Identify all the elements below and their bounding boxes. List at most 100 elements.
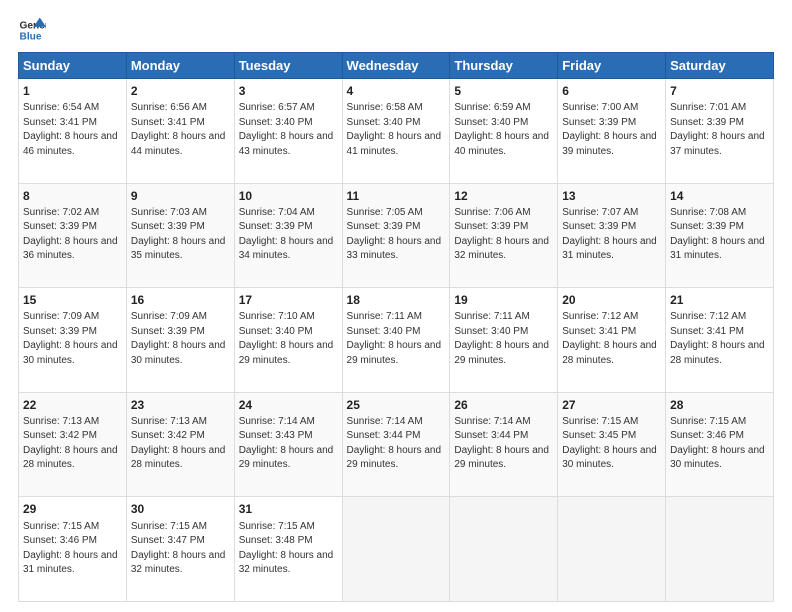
weekday-header-monday: Monday [126, 53, 234, 79]
calendar-cell: 15 Sunrise: 7:09 AMSunset: 3:39 PMDaylig… [19, 288, 127, 393]
day-number: 28 [670, 397, 769, 413]
day-number: 20 [562, 292, 661, 308]
day-detail: Sunrise: 7:06 AMSunset: 3:39 PMDaylight:… [454, 207, 549, 262]
calendar-cell: 11 Sunrise: 7:05 AMSunset: 3:39 PMDaylig… [342, 183, 450, 288]
day-detail: Sunrise: 7:15 AMSunset: 3:48 PMDaylight:… [239, 521, 334, 576]
weekday-header-sunday: Sunday [19, 53, 127, 79]
day-number: 13 [562, 188, 661, 204]
day-detail: Sunrise: 7:03 AMSunset: 3:39 PMDaylight:… [131, 207, 226, 262]
calendar-week-1: 1 Sunrise: 6:54 AMSunset: 3:41 PMDayligh… [19, 79, 774, 184]
day-number: 7 [670, 83, 769, 99]
calendar-cell: 29 Sunrise: 7:15 AMSunset: 3:46 PMDaylig… [19, 497, 127, 602]
day-number: 29 [23, 501, 122, 517]
calendar-cell: 17 Sunrise: 7:10 AMSunset: 3:40 PMDaylig… [234, 288, 342, 393]
calendar-cell [342, 497, 450, 602]
calendar-cell: 9 Sunrise: 7:03 AMSunset: 3:39 PMDayligh… [126, 183, 234, 288]
calendar-week-4: 22 Sunrise: 7:13 AMSunset: 3:42 PMDaylig… [19, 392, 774, 497]
calendar-cell: 5 Sunrise: 6:59 AMSunset: 3:40 PMDayligh… [450, 79, 558, 184]
day-detail: Sunrise: 7:12 AMSunset: 3:41 PMDaylight:… [562, 311, 657, 366]
day-detail: Sunrise: 7:01 AMSunset: 3:39 PMDaylight:… [670, 102, 765, 157]
day-detail: Sunrise: 7:13 AMSunset: 3:42 PMDaylight:… [23, 416, 118, 471]
day-number: 1 [23, 83, 122, 99]
calendar-cell: 30 Sunrise: 7:15 AMSunset: 3:47 PMDaylig… [126, 497, 234, 602]
svg-text:Blue: Blue [20, 31, 42, 42]
calendar-cell: 6 Sunrise: 7:00 AMSunset: 3:39 PMDayligh… [558, 79, 666, 184]
calendar-cell: 28 Sunrise: 7:15 AMSunset: 3:46 PMDaylig… [666, 392, 774, 497]
calendar-cell: 14 Sunrise: 7:08 AMSunset: 3:39 PMDaylig… [666, 183, 774, 288]
day-detail: Sunrise: 7:15 AMSunset: 3:46 PMDaylight:… [23, 521, 118, 576]
day-detail: Sunrise: 6:56 AMSunset: 3:41 PMDaylight:… [131, 102, 226, 157]
day-number: 19 [454, 292, 553, 308]
calendar-cell: 21 Sunrise: 7:12 AMSunset: 3:41 PMDaylig… [666, 288, 774, 393]
day-detail: Sunrise: 7:00 AMSunset: 3:39 PMDaylight:… [562, 102, 657, 157]
day-number: 14 [670, 188, 769, 204]
day-number: 21 [670, 292, 769, 308]
day-number: 4 [347, 83, 446, 99]
day-number: 31 [239, 501, 338, 517]
calendar-table: SundayMondayTuesdayWednesdayThursdayFrid… [18, 52, 774, 602]
calendar-cell: 24 Sunrise: 7:14 AMSunset: 3:43 PMDaylig… [234, 392, 342, 497]
calendar-cell: 27 Sunrise: 7:15 AMSunset: 3:45 PMDaylig… [558, 392, 666, 497]
calendar-body: 1 Sunrise: 6:54 AMSunset: 3:41 PMDayligh… [19, 79, 774, 602]
day-number: 26 [454, 397, 553, 413]
calendar-cell: 25 Sunrise: 7:14 AMSunset: 3:44 PMDaylig… [342, 392, 450, 497]
day-number: 25 [347, 397, 446, 413]
top-bar: General Blue [18, 16, 774, 44]
calendar-cell: 7 Sunrise: 7:01 AMSunset: 3:39 PMDayligh… [666, 79, 774, 184]
calendar-cell [558, 497, 666, 602]
calendar-week-2: 8 Sunrise: 7:02 AMSunset: 3:39 PMDayligh… [19, 183, 774, 288]
day-number: 12 [454, 188, 553, 204]
day-detail: Sunrise: 7:11 AMSunset: 3:40 PMDaylight:… [454, 311, 549, 366]
day-detail: Sunrise: 6:54 AMSunset: 3:41 PMDaylight:… [23, 102, 118, 157]
calendar-cell: 10 Sunrise: 7:04 AMSunset: 3:39 PMDaylig… [234, 183, 342, 288]
weekday-header-tuesday: Tuesday [234, 53, 342, 79]
day-detail: Sunrise: 7:05 AMSunset: 3:39 PMDaylight:… [347, 207, 442, 262]
day-detail: Sunrise: 7:14 AMSunset: 3:44 PMDaylight:… [454, 416, 549, 471]
calendar-cell: 13 Sunrise: 7:07 AMSunset: 3:39 PMDaylig… [558, 183, 666, 288]
day-number: 5 [454, 83, 553, 99]
calendar-cell: 16 Sunrise: 7:09 AMSunset: 3:39 PMDaylig… [126, 288, 234, 393]
calendar-header-row: SundayMondayTuesdayWednesdayThursdayFrid… [19, 53, 774, 79]
calendar-week-3: 15 Sunrise: 7:09 AMSunset: 3:39 PMDaylig… [19, 288, 774, 393]
day-number: 8 [23, 188, 122, 204]
day-detail: Sunrise: 7:14 AMSunset: 3:43 PMDaylight:… [239, 416, 334, 471]
day-number: 15 [23, 292, 122, 308]
weekday-header-saturday: Saturday [666, 53, 774, 79]
day-number: 18 [347, 292, 446, 308]
day-detail: Sunrise: 6:57 AMSunset: 3:40 PMDaylight:… [239, 102, 334, 157]
day-number: 16 [131, 292, 230, 308]
day-number: 17 [239, 292, 338, 308]
day-number: 27 [562, 397, 661, 413]
day-detail: Sunrise: 7:07 AMSunset: 3:39 PMDaylight:… [562, 207, 657, 262]
day-detail: Sunrise: 6:59 AMSunset: 3:40 PMDaylight:… [454, 102, 549, 157]
day-detail: Sunrise: 7:13 AMSunset: 3:42 PMDaylight:… [131, 416, 226, 471]
day-detail: Sunrise: 7:08 AMSunset: 3:39 PMDaylight:… [670, 207, 765, 262]
day-detail: Sunrise: 7:04 AMSunset: 3:39 PMDaylight:… [239, 207, 334, 262]
day-number: 30 [131, 501, 230, 517]
calendar-cell: 2 Sunrise: 6:56 AMSunset: 3:41 PMDayligh… [126, 79, 234, 184]
weekday-header-friday: Friday [558, 53, 666, 79]
day-number: 9 [131, 188, 230, 204]
logo-icon: General Blue [18, 16, 46, 44]
calendar-cell: 3 Sunrise: 6:57 AMSunset: 3:40 PMDayligh… [234, 79, 342, 184]
day-detail: Sunrise: 7:12 AMSunset: 3:41 PMDaylight:… [670, 311, 765, 366]
calendar-cell: 1 Sunrise: 6:54 AMSunset: 3:41 PMDayligh… [19, 79, 127, 184]
calendar-cell: 8 Sunrise: 7:02 AMSunset: 3:39 PMDayligh… [19, 183, 127, 288]
calendar-cell: 20 Sunrise: 7:12 AMSunset: 3:41 PMDaylig… [558, 288, 666, 393]
day-detail: Sunrise: 7:15 AMSunset: 3:45 PMDaylight:… [562, 416, 657, 471]
day-number: 24 [239, 397, 338, 413]
day-number: 3 [239, 83, 338, 99]
calendar-cell: 12 Sunrise: 7:06 AMSunset: 3:39 PMDaylig… [450, 183, 558, 288]
calendar-cell: 31 Sunrise: 7:15 AMSunset: 3:48 PMDaylig… [234, 497, 342, 602]
calendar-cell: 23 Sunrise: 7:13 AMSunset: 3:42 PMDaylig… [126, 392, 234, 497]
page: General Blue SundayMondayTuesdayWednesda… [0, 0, 792, 612]
day-detail: Sunrise: 7:09 AMSunset: 3:39 PMDaylight:… [131, 311, 226, 366]
day-detail: Sunrise: 7:14 AMSunset: 3:44 PMDaylight:… [347, 416, 442, 471]
day-number: 10 [239, 188, 338, 204]
logo: General Blue [18, 16, 46, 44]
calendar-cell: 18 Sunrise: 7:11 AMSunset: 3:40 PMDaylig… [342, 288, 450, 393]
day-number: 2 [131, 83, 230, 99]
day-detail: Sunrise: 7:15 AMSunset: 3:46 PMDaylight:… [670, 416, 765, 471]
day-detail: Sunrise: 7:15 AMSunset: 3:47 PMDaylight:… [131, 521, 226, 576]
calendar-cell [450, 497, 558, 602]
